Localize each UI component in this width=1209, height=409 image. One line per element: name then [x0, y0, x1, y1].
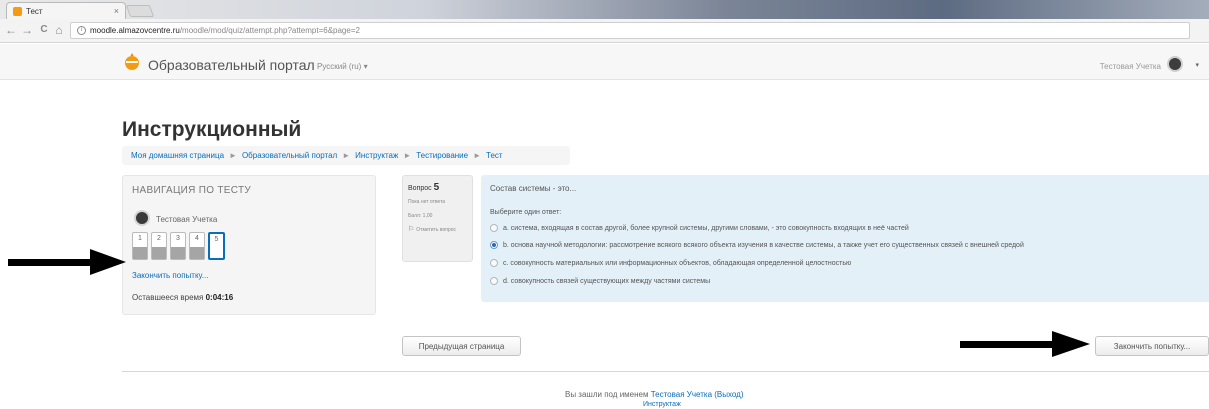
footer-course-link[interactable]: Инструктаж [643, 401, 681, 408]
page-title: Инструкционный [122, 118, 302, 141]
breadcrumb-separator-icon: ► [229, 151, 237, 160]
breadcrumb-separator-icon: ► [342, 151, 351, 160]
answer-label[interactable]: c. совокупность материальных или информа… [503, 260, 851, 267]
question-number: 2 [157, 235, 161, 242]
breadcrumb-section[interactable]: Тестирование [416, 151, 468, 160]
finish-attempt-button[interactable]: Закончить попытку... [1095, 336, 1209, 356]
favicon-icon [13, 6, 22, 16]
question-button-2[interactable]: 2 [151, 232, 167, 260]
breadcrumb-quiz[interactable]: Тест [486, 151, 503, 160]
question-number: 4 [195, 235, 199, 242]
question-content: Состав системы - это... Выберите один от… [481, 175, 1209, 302]
chevron-down-icon[interactable]: ▾ [1195, 61, 1199, 69]
time-remaining: Оставшееся время 0:04:16 [132, 293, 233, 302]
quiz-user-name: Тестовая Учетка [156, 215, 218, 224]
site-name[interactable]: Образовательный портал [148, 57, 315, 73]
breadcrumb: Моя домашняя страница ► Образовательный … [122, 146, 570, 165]
close-tab-icon[interactable]: × [114, 6, 119, 16]
breadcrumb-course[interactable]: Инструктаж [355, 151, 398, 160]
time-remaining-label: Оставшееся время [132, 293, 204, 302]
radio-button[interactable] [490, 224, 498, 232]
flag-label: Отметить вопрос [416, 227, 457, 233]
previous-page-button[interactable]: Предыдущая страница [402, 336, 521, 356]
home-icon[interactable]: ⌂ [52, 23, 66, 37]
language-menu[interactable]: Русский (ru) ▾ [317, 62, 368, 71]
login-info-prefix: Вы зашли под именем [565, 390, 649, 399]
question-label: Вопрос [408, 185, 432, 192]
avatar [134, 210, 150, 226]
radio-button[interactable] [490, 277, 498, 285]
question-number-label: Вопрос 5 [408, 182, 439, 193]
avatar[interactable] [1167, 56, 1183, 72]
answer-prompt: Выберите один ответ: [490, 209, 562, 216]
question-number: 1 [138, 235, 142, 242]
login-info: Вы зашли под именем Тестовая Учетка (Вых… [565, 390, 744, 399]
answer-label[interactable]: d. совокупность связей существующих межд… [503, 278, 710, 285]
arrow-right-icon [960, 331, 1090, 357]
back-icon[interactable]: ← [4, 23, 18, 37]
question-number: 3 [176, 235, 180, 242]
user-menu-name[interactable]: Тестовая Учетка [1100, 62, 1161, 71]
question-button-1[interactable]: 1 [132, 232, 148, 260]
breadcrumb-separator-icon: ► [473, 151, 482, 160]
breadcrumb-home[interactable]: Моя домашняя страница [131, 151, 224, 160]
answer-label[interactable]: b. основа научной методологии: рассмотре… [503, 242, 1024, 249]
quiz-navigation-block: НАВИГАЦИЯ ПО ТЕСТУ Тестовая Учетка 1 2 3… [122, 175, 376, 315]
address-bar: ← → C ⌂ i moodle.almazovcentre.ru /moodl… [0, 19, 1209, 43]
answer-option-b[interactable]: b. основа научной методологии: рассмотре… [490, 241, 1024, 249]
site-info-icon[interactable]: i [77, 26, 86, 35]
question-grade: Балл: 1,00 [408, 213, 433, 219]
portal-logo-icon[interactable] [122, 51, 142, 71]
question-button-4[interactable]: 4 [189, 232, 205, 260]
question-text: Состав системы - это... [490, 184, 577, 193]
radio-button[interactable] [490, 241, 498, 249]
question-state: Пока нет ответа [408, 199, 446, 205]
logout-link[interactable]: (Выход) [714, 390, 743, 399]
breadcrumb-portal[interactable]: Образовательный портал [242, 151, 337, 160]
reload-icon[interactable]: C [37, 24, 51, 35]
flag-icon: ⚐ [408, 226, 415, 233]
radio-button[interactable] [490, 259, 498, 267]
flag-question-button[interactable]: ⚐ Отметить вопрос [408, 226, 470, 234]
answer-option-a[interactable]: a. система, входящая в состав другой, бо… [490, 224, 909, 232]
browser-tab-bar: Тест × [0, 0, 1209, 19]
breadcrumb-separator-icon: ► [403, 151, 412, 160]
time-remaining-value: 0:04:16 [205, 293, 234, 302]
quiz-navigation-heading: НАВИГАЦИЯ ПО ТЕСТУ [132, 185, 252, 196]
url-host: moodle.almazovcentre.ru [90, 26, 180, 35]
question-number: 5 [214, 236, 219, 243]
forward-icon[interactable]: → [20, 23, 34, 37]
arrow-right-icon [8, 249, 126, 275]
login-user-link[interactable]: Тестовая Учетка [651, 390, 712, 399]
browser-tab[interactable]: Тест × [6, 2, 126, 19]
url-field[interactable]: i moodle.almazovcentre.ru /moodle/mod/qu… [70, 22, 1190, 39]
question-number-value: 5 [433, 182, 440, 193]
question-buttons: 1 2 3 4 5 [132, 232, 228, 260]
url-path: /moodle/mod/quiz/attempt.php?attempt=6&p… [179, 26, 360, 35]
footer-divider [122, 371, 1209, 372]
finish-attempt-link[interactable]: Закончить попытку... [132, 271, 208, 280]
answer-label[interactable]: a. система, входящая в состав другой, бо… [503, 225, 909, 232]
tab-title: Тест [26, 6, 43, 16]
answer-option-c[interactable]: c. совокупность материальных или информа… [490, 259, 851, 267]
question-button-5[interactable]: 5 [208, 232, 225, 260]
answer-option-d[interactable]: d. совокупность связей существующих межд… [490, 277, 710, 285]
new-tab-button[interactable] [125, 5, 155, 17]
question-button-3[interactable]: 3 [170, 232, 186, 260]
question-info: Вопрос 5 Пока нет ответа Балл: 1,00 ⚐ Отм… [402, 175, 473, 262]
